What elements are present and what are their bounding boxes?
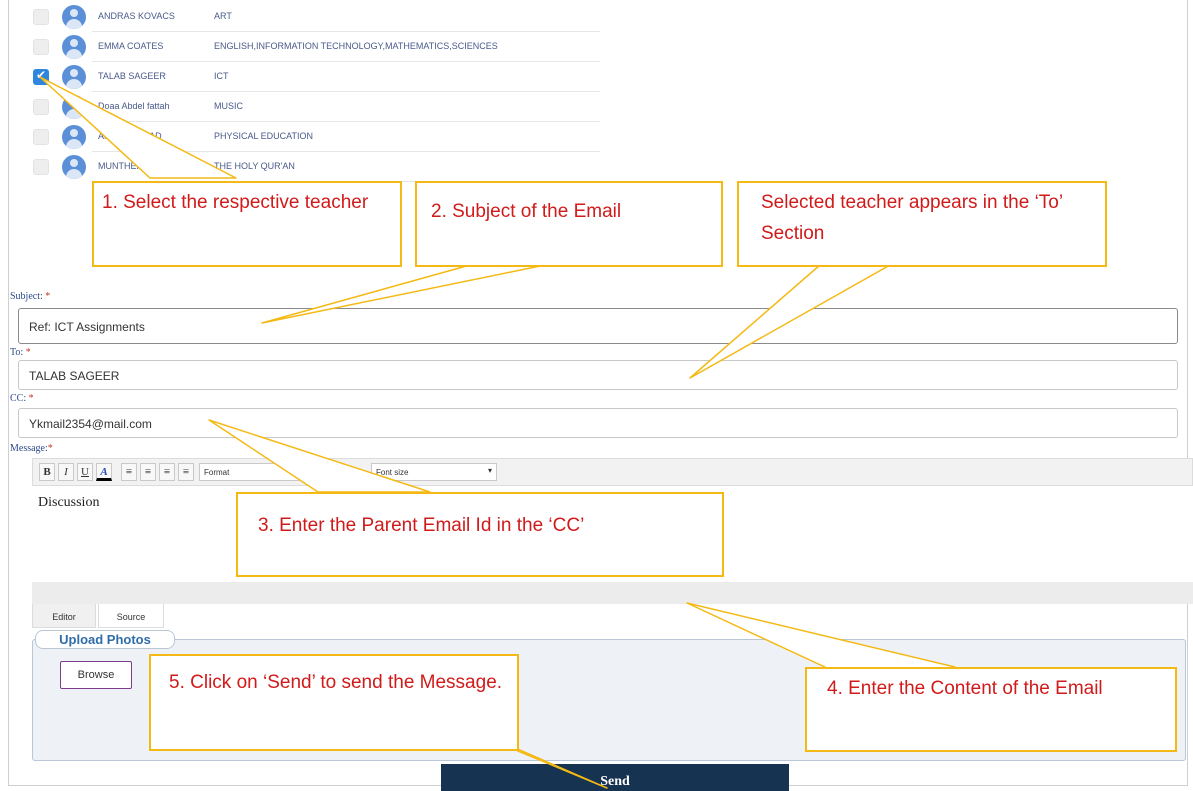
callout-select-teacher: 1. Select the respective teacher — [92, 181, 402, 267]
callout-2-pointer — [261, 264, 546, 324]
callout-cc: 3. Enter the Parent Email Id in the ‘CC’ — [236, 492, 724, 577]
callout-to-section: Selected teacher appears in the ‘To’ Sec… — [737, 181, 1107, 267]
callout-1-pointer — [39, 76, 237, 179]
callout-4-pointer — [208, 419, 431, 493]
callout-subject: 2. Subject of the Email — [415, 181, 723, 267]
callout-3-pointer — [689, 264, 891, 379]
callout-content: 4. Enter the Content of the Email — [805, 667, 1177, 752]
callout-send: 5. Click on ‘Send’ to send the Message. — [149, 654, 519, 751]
